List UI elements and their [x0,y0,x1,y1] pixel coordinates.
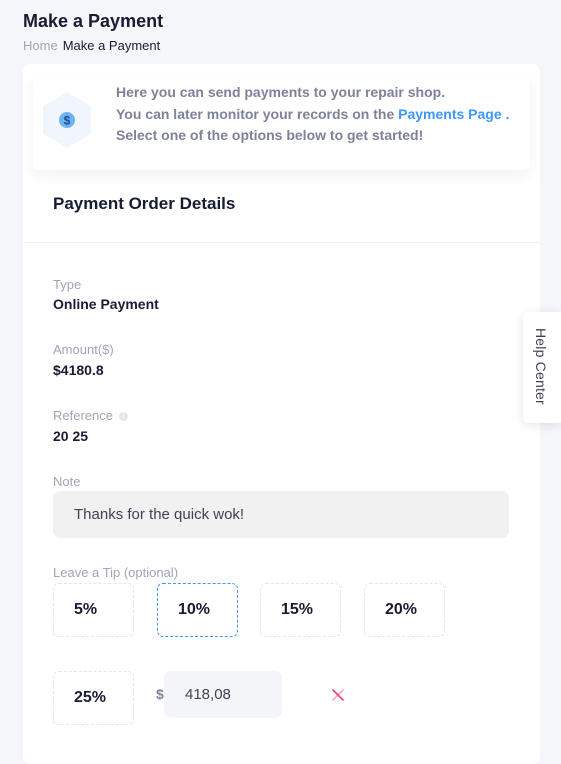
type-label: Type [53,277,82,292]
page-title: Make a Payment [23,11,164,31]
tip-option-10[interactable]: 10% [157,583,238,637]
svg-text:$: $ [64,114,71,128]
notice-line-2-prefix: You can later monitor your records on th… [116,105,399,122]
note-label: Note [53,474,81,489]
info-notice: $ Here you can send payments to your rep… [33,74,530,170]
amount-label: Amount($) [53,342,114,357]
note-input[interactable] [53,491,509,538]
notice-line-1: Here you can send payments to your repai… [116,84,446,100]
help-center-label: Help Center [533,328,549,405]
breadcrumb-home[interactable]: Home [23,38,58,53]
notice-text: Here you can send payments to your repai… [116,82,509,147]
section-divider [23,242,540,243]
notice-line-3: Select one of the options below to get s… [116,127,424,143]
tip-option-5[interactable]: 5% [53,583,134,637]
clear-tip-icon[interactable] [331,688,345,702]
reference-value: 20 25 [53,428,89,444]
breadcrumb-current: Make a Payment [62,38,161,53]
tip-option-25[interactable]: 25% [53,671,134,725]
page-header: Make a Payment Home Make a Payment [23,10,163,54]
dollar-icon: $ [37,90,97,150]
tip-option-15[interactable]: 15% [260,583,341,637]
tip-option-20[interactable]: 20% [364,583,445,637]
section-title: Payment Order Details [53,194,236,213]
notice-line-2-suffix: . [501,105,510,122]
breadcrumb: Home Make a Payment [23,38,163,54]
payment-card: $ Here you can send payments to your rep… [23,64,540,764]
payments-page-link[interactable]: Payments Page [398,106,502,122]
info-icon[interactable]: ! [118,412,128,421]
reference-label: Reference [53,408,113,423]
custom-tip-input[interactable] [164,671,282,718]
reference-label-row: Reference! [53,408,128,423]
notice-line-2: You can later monitor your records on th… [116,104,509,126]
tip-label: Leave a Tip (optional) [53,565,179,580]
help-center-tab[interactable]: Help Center [523,312,561,423]
amount-value: $4180.8 [53,362,104,378]
tip-currency-symbol: $ [156,686,164,702]
type-value: Online Payment [53,296,159,312]
